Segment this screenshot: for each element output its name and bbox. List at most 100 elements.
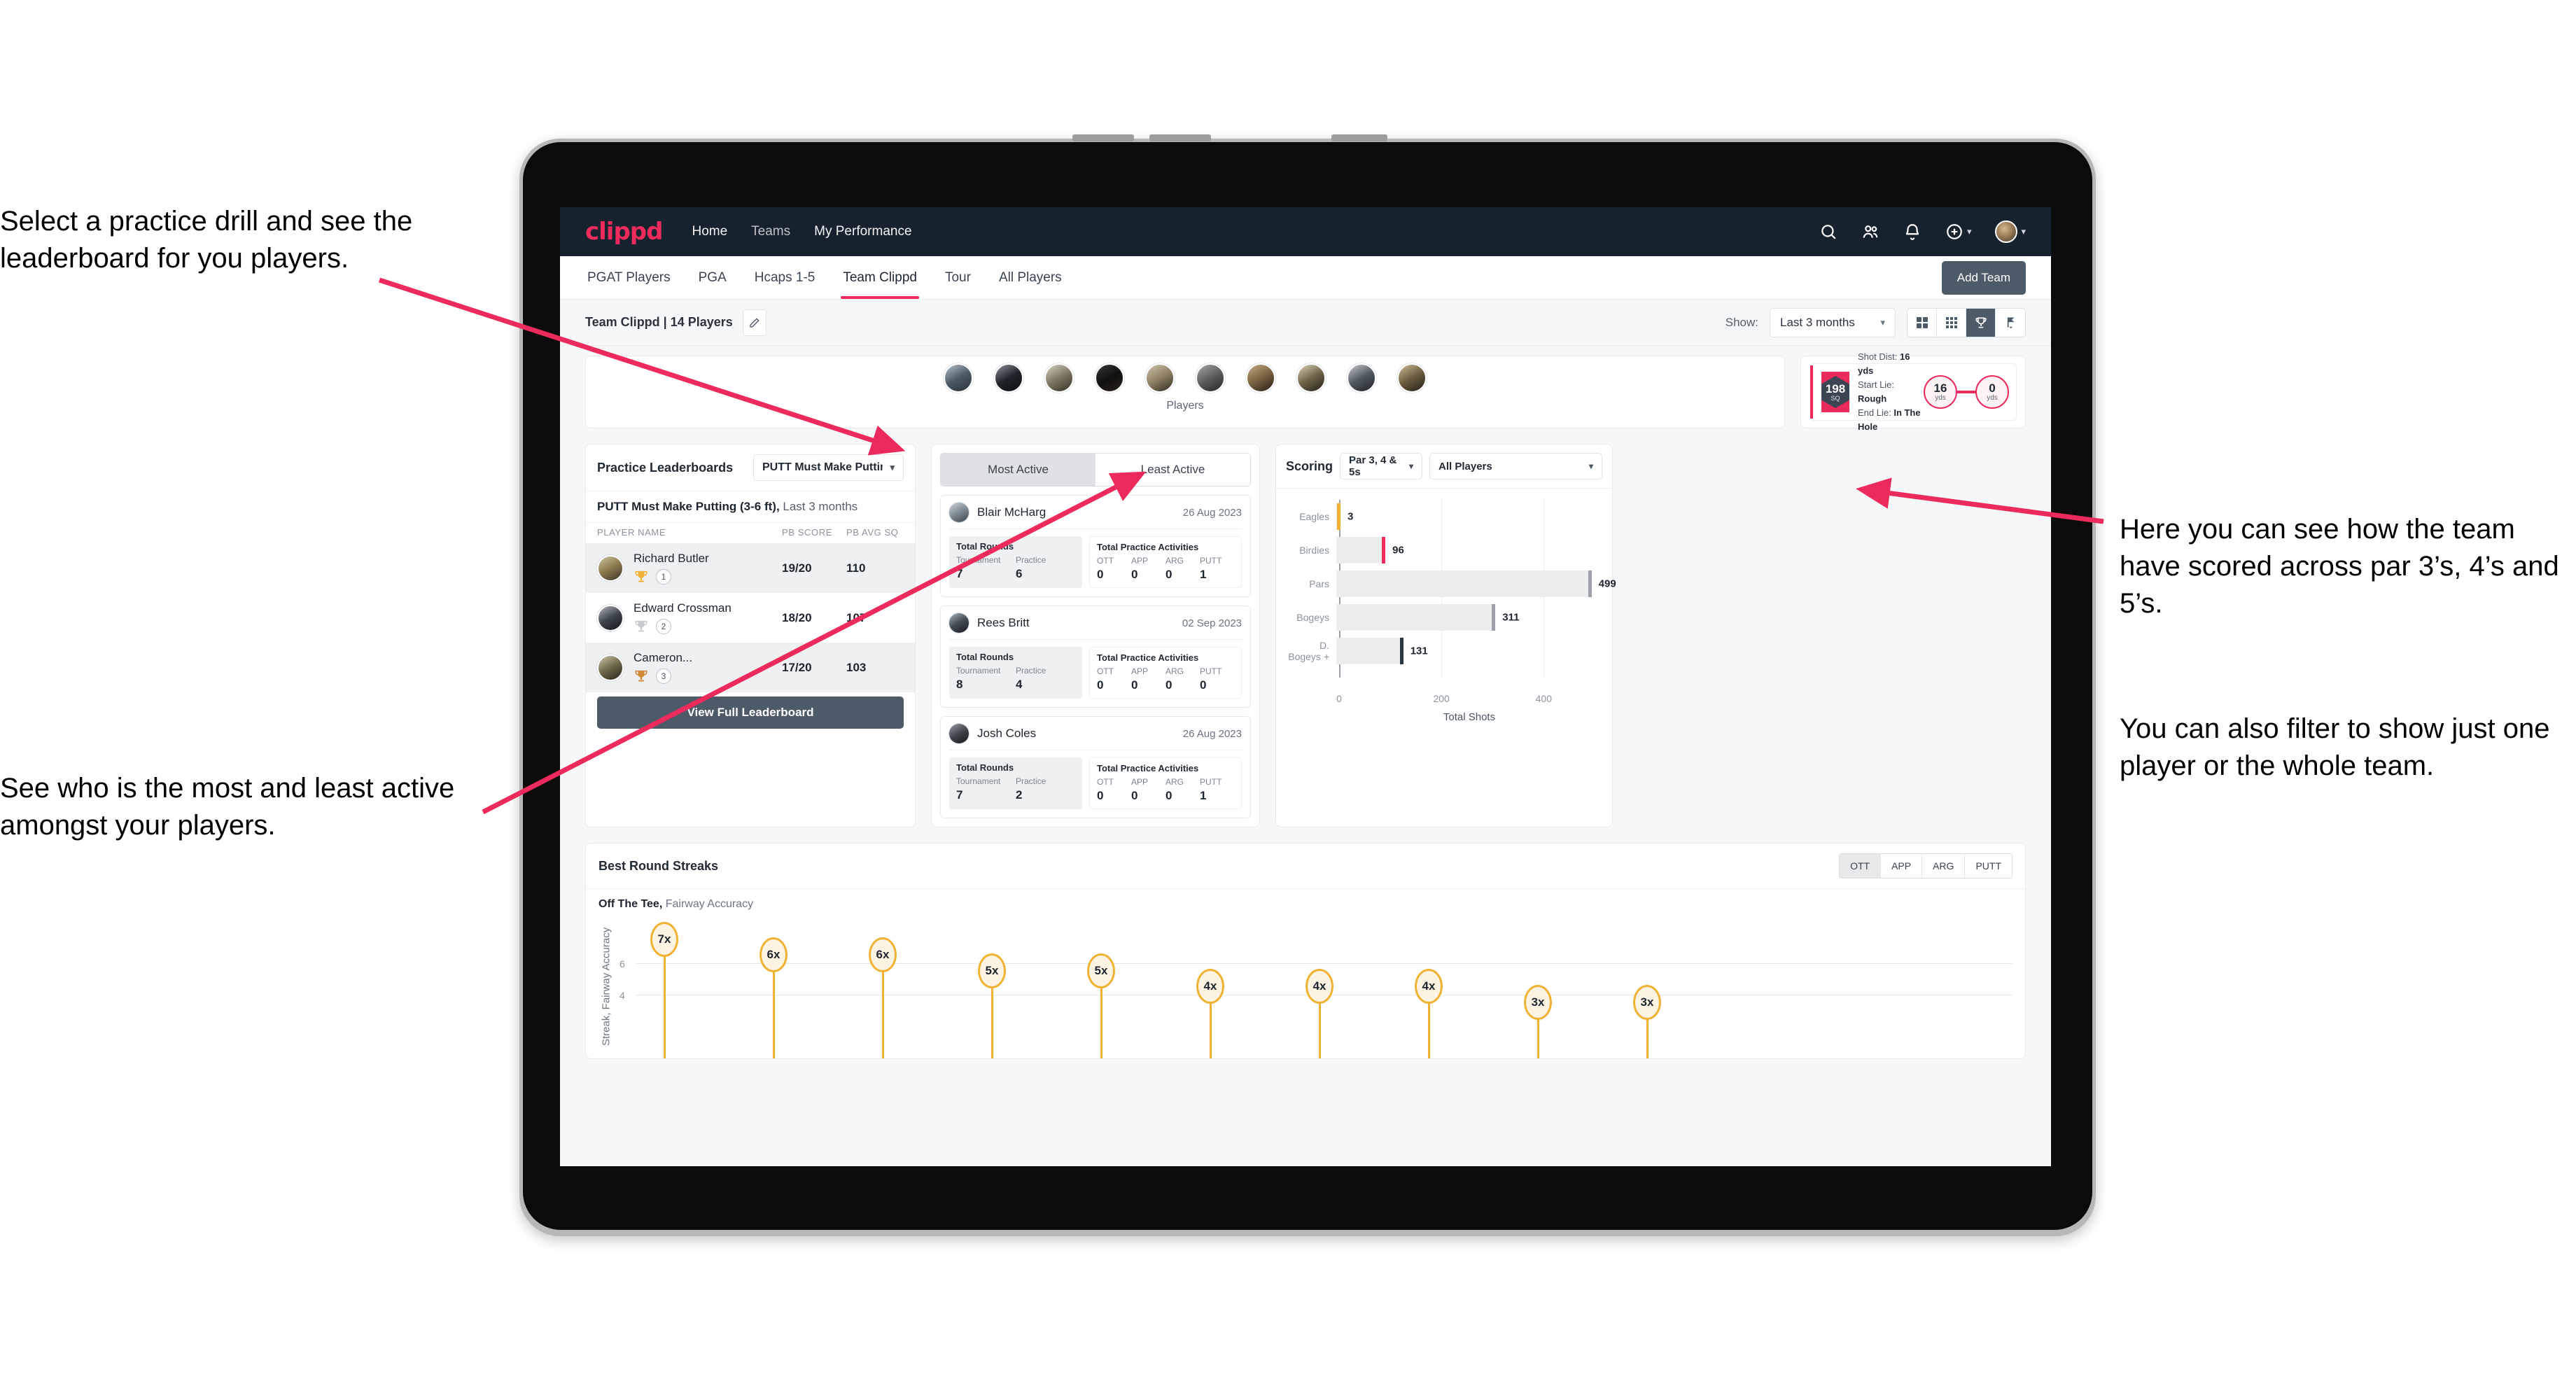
app-header: clippd Home Teams My Performance ▾ ▾ — [560, 207, 2051, 256]
chevron-down-icon-add[interactable]: ▾ — [1967, 226, 1972, 237]
streaks-tab-putt[interactable]: PUTT — [1965, 854, 2012, 878]
search-icon[interactable] — [1819, 223, 1837, 241]
bar-category-label: Pars — [1309, 578, 1329, 589]
activity-tabs: Most Active Least Active — [940, 453, 1251, 486]
tab-most-active[interactable]: Most Active — [941, 454, 1096, 486]
golf-flag-icon — [2007, 317, 2015, 328]
tab-tour[interactable]: Tour — [943, 258, 973, 298]
tab-least-active[interactable]: Least Active — [1096, 454, 1250, 486]
scoring-bar-row: Pars 499 — [1286, 567, 1616, 601]
player-avatar[interactable] — [1347, 363, 1376, 393]
team-toolbar: Team Clippd | 14 Players Show: Last 3 mo… — [560, 300, 2051, 346]
table-row[interactable]: Cameron... 3 17/20 103 — [586, 643, 915, 692]
bar-category-label: Eagles — [1299, 511, 1329, 522]
tab-pgat-players[interactable]: PGAT Players — [585, 258, 673, 298]
player-avatar[interactable] — [1196, 363, 1225, 393]
streak-value-bubble: 4x — [1196, 969, 1224, 1004]
par-filter-select[interactable]: Par 3, 4 & 5s ▾ — [1340, 453, 1423, 479]
player-avatar[interactable] — [944, 363, 973, 393]
chevron-down-icon-drill: ▾ — [890, 462, 895, 472]
shot-quality-value: 198 — [1825, 382, 1846, 396]
player-avatar[interactable] — [1397, 363, 1427, 393]
volume-button-1 — [1072, 134, 1134, 141]
streaks-lollipops: 4 6 7x 6x 6x 5x 5x 4x 4x 4x 3x 3x — [620, 921, 2012, 1058]
edit-team-button[interactable] — [742, 309, 766, 336]
player-avatar[interactable] — [994, 363, 1023, 393]
activity-card[interactable]: Josh Coles 26 Aug 2023 Total Rounds Tournam… — [940, 716, 1251, 818]
activity-player-name: Rees Britt — [977, 616, 1030, 629]
streaks-tab-app[interactable]: APP — [1881, 854, 1923, 878]
nav-home[interactable]: Home — [692, 224, 727, 239]
nav-my-performance[interactable]: My Performance — [814, 224, 911, 239]
player-avatar[interactable] — [1145, 363, 1175, 393]
player-avatar[interactable] — [1044, 363, 1074, 393]
scoring-panel: Scoring Par 3, 4 & 5s ▾ All Players ▾ Ea… — [1275, 444, 1616, 827]
shot-dist-key: Shot Dist: — [1858, 351, 1898, 362]
chevron-down-icon-profile[interactable]: ▾ — [2021, 226, 2026, 237]
streaks-tab-ott[interactable]: OTT — [1840, 854, 1882, 878]
table-row[interactable]: Richard Butler 1 19/20 110 — [586, 543, 915, 593]
activity-card[interactable]: Rees Britt 02 Sep 2023 Total Rounds Tournam… — [940, 606, 1251, 708]
player-filter-select[interactable]: All Players ▾ — [1429, 453, 1602, 479]
activity-avatar — [949, 613, 969, 633]
column-pb-avg-sq: PB AVG SQ — [846, 527, 899, 538]
row-avatar — [597, 604, 624, 631]
bell-icon[interactable] — [1903, 223, 1921, 241]
row-pb-score: 17/20 — [782, 660, 812, 674]
summary-row: Players 198 SQ Shot Dist: 16 yds Start L… — [585, 351, 2026, 432]
y-axis-tick: 6 — [620, 958, 625, 969]
trophy-icon — [635, 670, 648, 682]
player-avatar[interactable] — [1246, 363, 1275, 393]
panels-row: Practice Leaderboards PUTT Must Make Put… — [585, 444, 2026, 827]
drill-select[interactable]: PUTT Must Make Putting ... ▾ — [753, 454, 904, 481]
shot-distance-diagram: 16 yds 0 yds — [1924, 375, 2009, 409]
tab-team-clippd[interactable]: Team Clippd — [841, 258, 919, 299]
end-distance-value: 0 — [1989, 382, 1996, 395]
add-team-button[interactable]: Add Team — [1941, 260, 2026, 295]
streaks-tab-arg[interactable]: ARG — [1922, 854, 1966, 878]
table-row[interactable]: Edward Crossman 2 18/20 107 — [586, 593, 915, 643]
streaks-subtitle: Off The Tee, Fairway Accuracy — [586, 888, 2025, 920]
player-avatar[interactable] — [1296, 363, 1326, 393]
pencil-icon — [750, 317, 760, 328]
view-golf-flag-button[interactable] — [1996, 309, 2025, 337]
leaderboard-drill-name: PUTT Must Make Putting (3-6 ft), — [597, 500, 780, 513]
row-avatar — [597, 654, 624, 681]
rank-badge: 3 — [656, 668, 671, 684]
nav-teams[interactable]: Teams — [751, 224, 790, 239]
chevron-down-icon-player: ▾ — [1588, 461, 1593, 471]
avatar[interactable] — [1995, 220, 2018, 243]
clippd-logo[interactable]: clippd — [585, 218, 663, 246]
row-player-name: Cameron... — [634, 651, 693, 664]
people-icon[interactable] — [1861, 223, 1879, 241]
plus-circle-icon[interactable] — [1945, 223, 1963, 241]
tab-all-players[interactable]: All Players — [997, 258, 1064, 298]
trophy-icon — [635, 620, 648, 632]
end-distance-unit: yds — [1987, 394, 1998, 402]
leaderboard-subtitle: PUTT Must Make Putting (3-6 ft), Last 3 … — [586, 491, 915, 522]
end-lie-key: End Lie: — [1858, 407, 1891, 419]
date-range-value: Last 3 months — [1780, 315, 1855, 329]
streaks-title: Best Round Streaks — [598, 858, 719, 873]
view-grid-9-button[interactable] — [1937, 308, 1966, 337]
shot-quality-badge: 198 SQ — [1821, 372, 1849, 412]
tab-hcaps-1-5[interactable]: Hcaps 1-5 — [752, 258, 818, 298]
view-grid-4-button[interactable] — [1907, 308, 1937, 337]
activity-card[interactable]: Blair McHarg 26 Aug 2023 Total Rounds Tourn… — [940, 495, 1251, 597]
leaderboard-columns: PLAYER NAME PB SCORE PB AVG SQ — [586, 522, 915, 543]
trophy-icon — [635, 570, 648, 582]
leaderboard-period: Last 3 months — [779, 500, 858, 513]
tab-pga[interactable]: PGA — [696, 258, 729, 298]
bar-value-label: 311 — [1502, 611, 1520, 624]
date-range-select[interactable]: Last 3 months ▾ — [1770, 307, 1896, 337]
bar-category-label: Birdies — [1299, 545, 1329, 556]
player-avatar[interactable] — [1095, 363, 1124, 393]
row-player-name: Richard Butler — [634, 552, 709, 565]
rank-badge: 1 — [656, 569, 671, 584]
streaks-y-label: Streak, Fairway Accuracy — [600, 927, 612, 1046]
row-pb-avg-sq: 110 — [846, 561, 866, 575]
view-trophy-button[interactable] — [1966, 308, 1996, 337]
view-full-leaderboard-button[interactable]: View Full Leaderboard — [597, 696, 904, 729]
scoring-bars: Eagles 3 Birdies 96 Pars 499 Bogeys 311 D. Bogey… — [1286, 500, 1616, 693]
streak-value-bubble: 3x — [1633, 984, 1661, 1020]
